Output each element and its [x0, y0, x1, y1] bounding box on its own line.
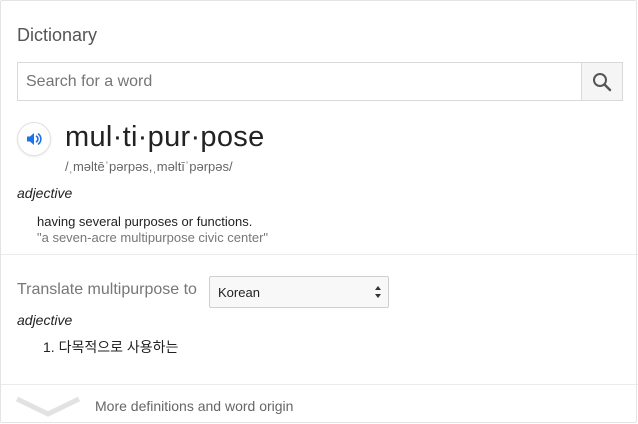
- more-definitions-button[interactable]: More definitions and word origin: [1, 385, 638, 423]
- search-button[interactable]: [581, 63, 622, 100]
- speaker-icon: [27, 133, 42, 145]
- translation-item: 1. 다목적으로 사용하는: [43, 339, 179, 355]
- search-icon: [593, 72, 612, 91]
- chevron-down-icon: [15, 396, 81, 417]
- pronunciation: /ˌməltēˈpərpəs,ˌməltīˈpərpəs/: [65, 159, 233, 174]
- translate-label: Translate multipurpose to: [17, 281, 197, 298]
- dictionary-card: Dictionary mul·ti·pur·pose /ˌməltēˈpərpə…: [0, 0, 638, 423]
- search-box: [17, 62, 623, 101]
- card-title: Dictionary: [17, 25, 98, 45]
- pronounce-button[interactable]: [17, 122, 51, 156]
- definition-example: "a seven-acre multipurpose civic center": [37, 230, 269, 245]
- search-input[interactable]: [18, 63, 581, 100]
- language-select[interactable]: Korean: [209, 276, 389, 308]
- updown-arrows-icon: [375, 286, 381, 298]
- definition: having several purposes or functions.: [37, 214, 253, 229]
- language-select-value: Korean: [218, 284, 260, 300]
- section-divider: [1, 254, 638, 255]
- part-of-speech: adjective: [17, 185, 73, 201]
- headword: mul·ti·pur·pose: [65, 121, 265, 153]
- more-definitions-label: More definitions and word origin: [95, 398, 294, 414]
- translation-part-of-speech: adjective: [17, 312, 73, 328]
